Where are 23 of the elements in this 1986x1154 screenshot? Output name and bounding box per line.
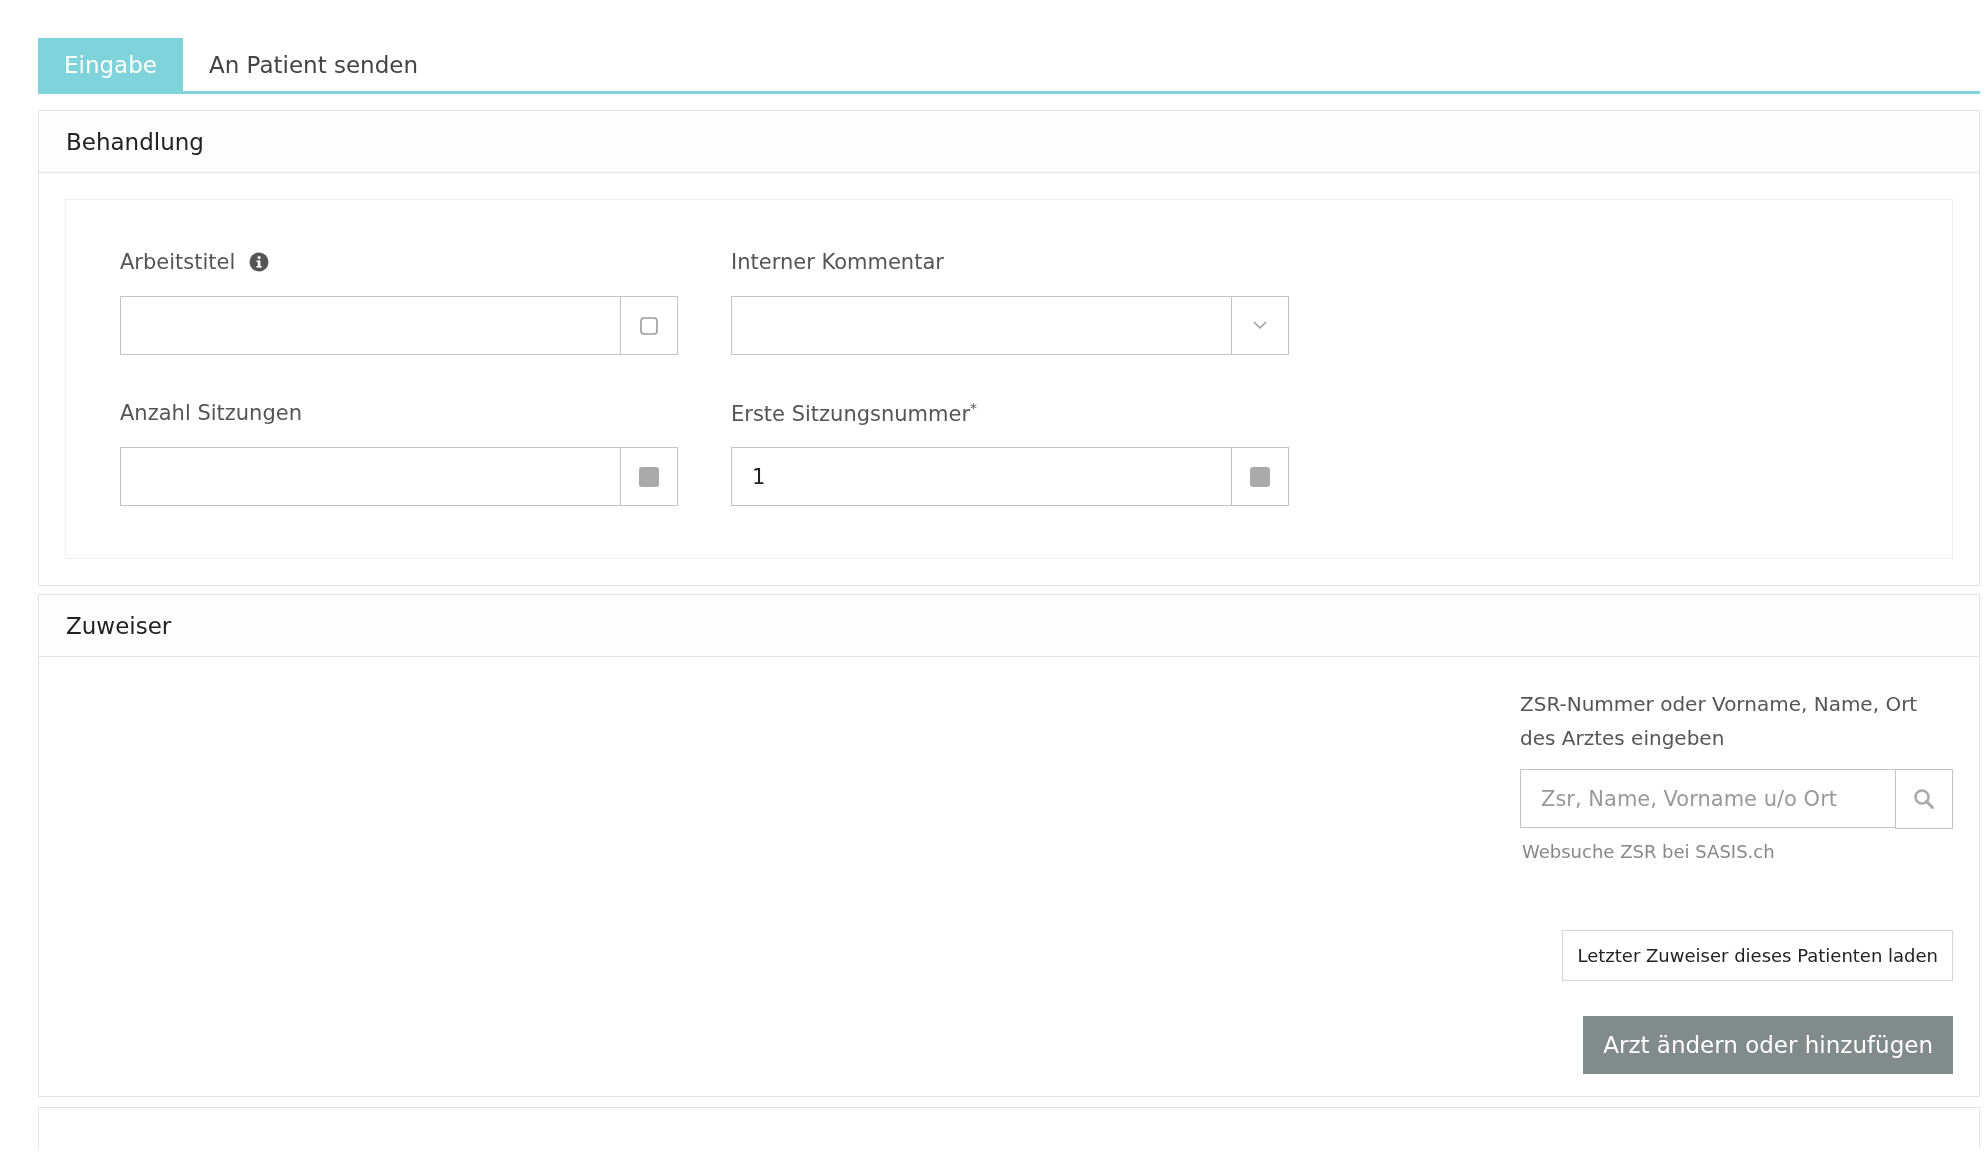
input-field[interactable]: 1 <box>731 447 1231 506</box>
info-icon[interactable] <box>249 252 270 272</box>
input-field[interactable] <box>120 447 620 506</box>
search-label: ZSR-Nummer oder Vorname, Name, Ort des Arztes eingeben <box>1520 691 1919 752</box>
search-field[interactable]: Zsr, Name, Vorname u/o Ort <box>1520 769 1895 828</box>
search-icon <box>1913 788 1935 810</box>
tab[interactable]: An Patient senden <box>182 38 444 91</box>
field-addon[interactable] <box>1231 296 1289 355</box>
field-addon[interactable] <box>620 447 678 506</box>
field-label: Erste Sitzungsnummer$^{*}$ <box>731 400 978 426</box>
input-field[interactable] <box>120 296 620 355</box>
panel-title: Zuweiser <box>66 612 172 639</box>
field-label: Anzahl Sitzungen <box>120 401 302 425</box>
field-addon[interactable] <box>620 296 678 355</box>
primary-button[interactable]: Arzt ändern oder hinzufügen <box>1583 1016 1953 1074</box>
field-label: Interner Kommentar <box>731 250 944 274</box>
input-field[interactable] <box>731 296 1231 355</box>
websearch-link[interactable]: Websuche ZSR bei SASIS.ch <box>1522 841 1775 862</box>
field-addon[interactable] <box>1231 447 1289 506</box>
panel-title: Behandlung <box>66 128 204 155</box>
secondary-button[interactable]: Letzter Zuweiser dieses Patienten laden <box>1562 930 1953 981</box>
search-addon[interactable] <box>1895 769 1953 829</box>
field-label: Arbeitstitel <box>120 250 236 274</box>
